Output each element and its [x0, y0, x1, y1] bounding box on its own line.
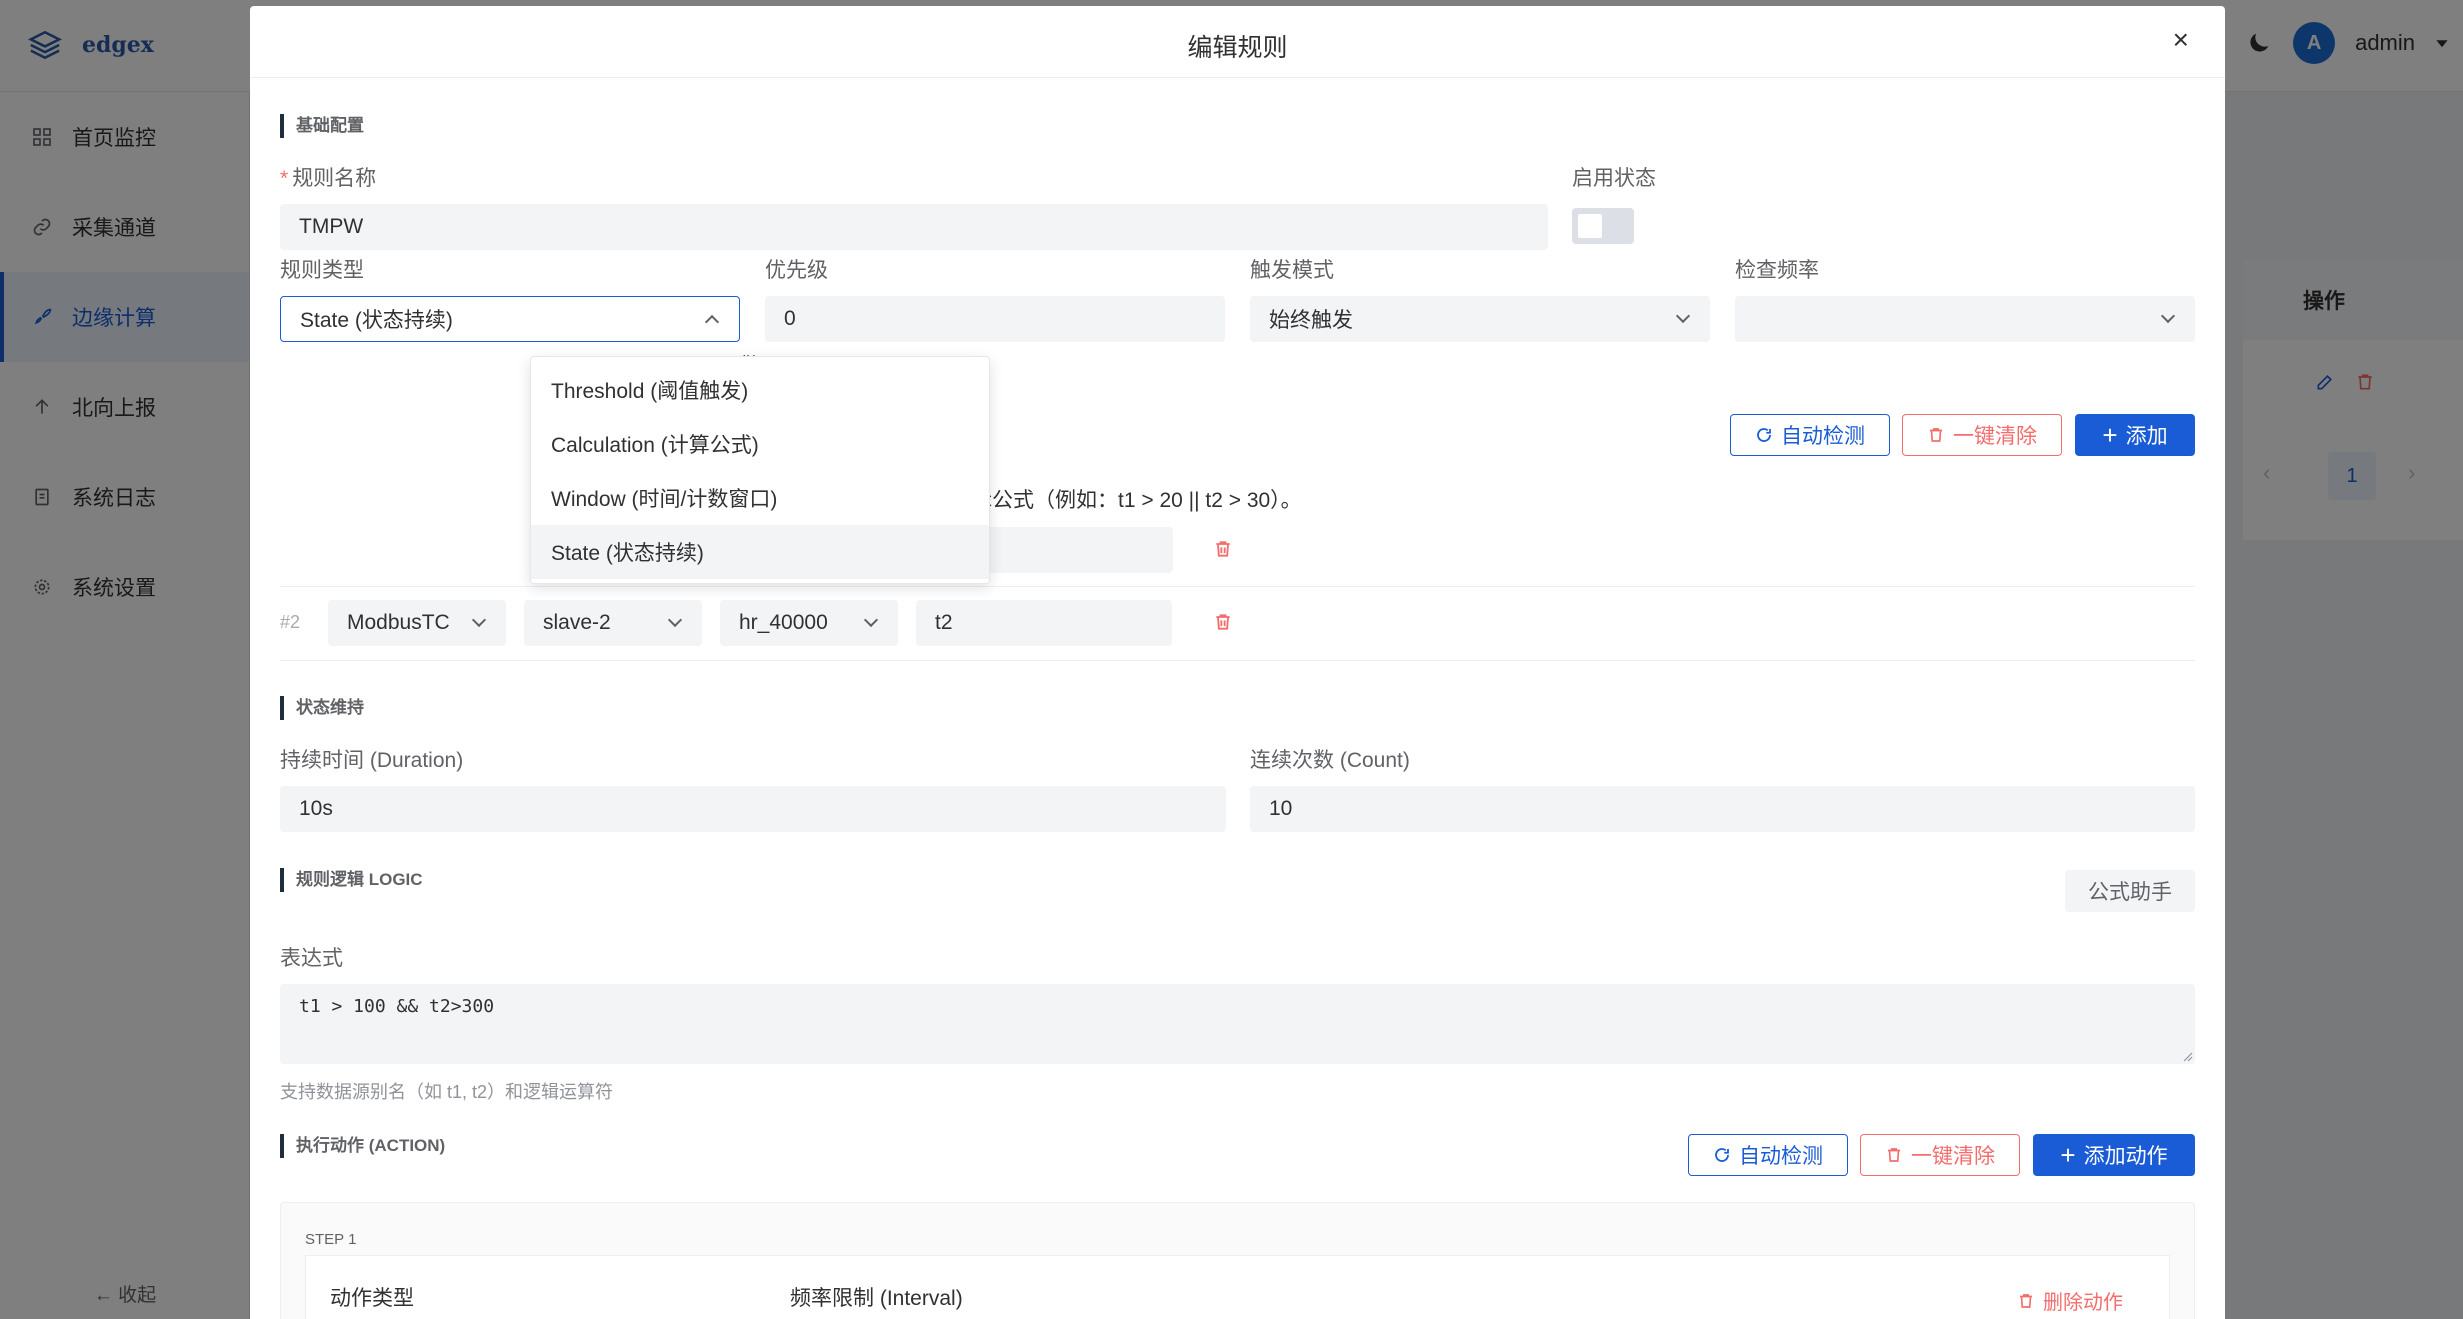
plus-icon: + [2102, 420, 2118, 450]
rule-name-label: * 规则名称 [280, 167, 377, 190]
count-input[interactable]: 10 [1250, 786, 2195, 832]
duration-input[interactable]: 10s [280, 786, 1226, 832]
action-step: STEP 1 动作类型 频率限制 (Interval) 删除动作 [280, 1202, 2195, 1319]
enable-switch[interactable] [1572, 208, 1634, 244]
expression-value: t1 > 100 && t2>300 [299, 996, 495, 1017]
section-title-basic: 基础配置 [280, 114, 364, 138]
refresh-icon [1757, 428, 1771, 442]
auto-detect-button[interactable]: 自动检测 [1730, 414, 1890, 456]
row-index: #2 [280, 612, 301, 632]
row-divider [280, 660, 2195, 661]
switch-knob [1578, 214, 1602, 238]
add-action-button[interactable]: + 添加动作 [2033, 1134, 2195, 1176]
formula-helper-button[interactable]: 公式助手 [2065, 870, 2195, 912]
check-frequency-select[interactable] [1735, 296, 2195, 342]
required-mark: * [280, 167, 289, 190]
delete-action-button[interactable]: 删除动作 [2017, 1286, 2123, 1315]
plus-icon: + [2060, 1140, 2076, 1170]
add-source-button[interactable]: + 添加 [2075, 414, 2195, 456]
section-title-action: 执行动作 (ACTION) [280, 1134, 445, 1158]
action-auto-detect-button[interactable]: 自动检测 [1688, 1134, 1848, 1176]
trigger-mode-label: 触发模式 [1250, 259, 1334, 282]
delete-row-icon[interactable] [1213, 611, 1233, 633]
delete-row-icon[interactable] [1213, 538, 1233, 560]
row-divider [280, 586, 2195, 587]
trash-icon [2020, 1293, 2032, 1308]
trash-icon [1930, 428, 1942, 442]
dropdown-option-window[interactable]: Window (时间/计数窗口) [531, 471, 989, 525]
alias-input[interactable]: t2 [916, 600, 1172, 646]
dialog-header: 编辑规则 × [250, 6, 2225, 78]
count-label: 连续次数 (Count) [1250, 749, 1410, 772]
dropdown-option-calculation[interactable]: Calculation (计算公式) [531, 417, 989, 471]
action-type-label: 动作类型 [330, 1287, 414, 1310]
step-label: STEP 1 [305, 1231, 357, 1248]
device-select[interactable]: slave-2 [524, 600, 702, 646]
dialog-title: 编辑规则 [1187, 34, 1288, 62]
trigger-mode-select[interactable]: 始终触发 [1250, 296, 1710, 342]
rule-name-input[interactable]: TMPW [280, 204, 1548, 250]
check-frequency-label: 检查频率 [1735, 259, 1819, 282]
rule-type-dropdown: Threshold (阈值触发) Calculation (计算公式) Wind… [530, 356, 990, 584]
rule-type-label: 规则类型 [280, 259, 364, 282]
channel-select[interactable]: ModbusTC [328, 600, 506, 646]
priority-label: 优先级 [765, 259, 828, 282]
step-body: 动作类型 频率限制 (Interval) 删除动作 [305, 1255, 2170, 1319]
edit-rule-dialog: 编辑规则 × 基础配置 * 规则名称 TMPW 启用状态 规则类型 State (… [250, 6, 2225, 1319]
enable-status-label: 启用状态 [1572, 167, 1656, 190]
duration-label: 持续时间 (Duration) [280, 749, 464, 772]
expression-textarea[interactable]: t1 > 100 && t2>300 [280, 984, 2195, 1064]
section-title-logic: 规则逻辑 LOGIC [280, 868, 423, 892]
expression-label: 表达式 [280, 947, 343, 970]
resize-grip-icon[interactable] [2181, 1050, 2193, 1062]
expression-help: 支持数据源别名（如 t1, t2）和逻辑运算符 [280, 1082, 614, 1102]
priority-input[interactable]: 0 [765, 296, 1225, 342]
clear-all-button[interactable]: 一键清除 [1902, 414, 2062, 456]
interval-label: 频率限制 (Interval) [790, 1287, 963, 1310]
refresh-icon [1715, 1148, 1729, 1162]
action-clear-all-button[interactable]: 一键清除 [1860, 1134, 2020, 1176]
rule-type-select[interactable]: State (状态持续) [280, 296, 740, 342]
point-select[interactable]: hr_40000 [720, 600, 898, 646]
close-icon[interactable]: × [2173, 24, 2189, 56]
section-title-state: 状态维持 [280, 696, 364, 720]
dropdown-option-threshold[interactable]: Threshold (阈值触发) [531, 363, 989, 417]
trash-icon [1888, 1148, 1900, 1162]
dropdown-option-state[interactable]: State (状态持续) [531, 525, 989, 579]
